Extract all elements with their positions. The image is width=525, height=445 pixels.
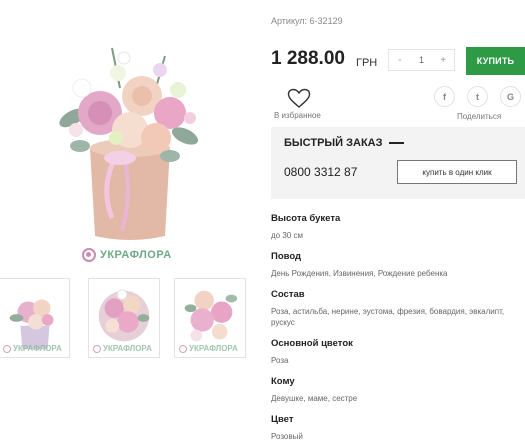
spec-main-flower: Основной цветок Роза [271,338,525,366]
heart-icon [287,88,311,108]
spec-label: Цвет [271,414,294,425]
thumbnail-2[interactable]: УКРАФЛОРА [88,278,160,358]
product-main-photo[interactable] [20,18,245,250]
spec-value: Роза, астильба, нерине, эустома, фрезия,… [271,307,505,327]
share-buttons: f t G [434,86,521,107]
quick-order-title: БЫСТРЫЙ ЗАКАЗ [284,137,404,149]
share-label: Поделиться [457,112,502,121]
price-currency: ГРН [356,57,378,69]
facebook-icon[interactable]: f [434,86,455,107]
quantity-increase-button[interactable]: + [432,50,454,70]
thumbnail-strip: УКРАФЛОРА УКРАФЛОРА УКРАФЛОРА [0,278,246,360]
spec-label: Высота букета [271,213,341,224]
quantity-decrease-button[interactable]: - [389,50,411,70]
spec-label: Состав [271,289,305,300]
spec-composition: Состав Роза, астильба, нерине, эустома, … [271,289,525,328]
twitter-icon[interactable]: t [467,86,488,107]
spec-color: Цвет Розовый [271,414,525,442]
brand-logo-text: УКРАФЛОРА [100,249,172,261]
thumbnail-watermark: УКРАФЛОРА [93,344,152,353]
quick-order-panel: БЫСТРЫЙ ЗАКАЗ 0800 3312 87 купить в один… [271,127,525,199]
spec-label: Кому [271,376,295,387]
buy-button[interactable]: КУПИТЬ [466,47,525,75]
spec-value: Розовый [271,432,303,441]
thumbnail-watermark: УКРАФЛОРА [179,344,238,353]
title-dash [388,142,404,144]
thumbnail-1[interactable]: УКРАФЛОРА [0,278,70,358]
add-to-favorites[interactable]: В избранное [274,88,324,120]
quick-order-phone[interactable]: 0800 3312 87 [284,165,357,179]
product-specs: Высота букета до 30 см Повод День Рожден… [271,213,525,445]
quantity-input[interactable]: 1 [411,50,433,70]
quick-order-title-text: БЫСТРЫЙ ЗАКАЗ [284,137,383,149]
spec-label: Повод [271,251,302,262]
spec-height: Высота букета до 30 см [271,213,525,241]
brand-logo-icon [82,248,96,262]
one-click-buy-button[interactable]: купить в один клик [397,160,517,184]
quantity-stepper: - 1 + [388,49,455,71]
product-price: 1 288.00 [271,48,345,69]
thumbnail-3[interactable]: УКРАФЛОРА [174,278,246,358]
favorites-label: В избранное [274,111,321,120]
brand-logo: УКРАФЛОРА [82,248,172,262]
spec-value: День Рождения, Извинения, Рождение ребен… [271,269,448,278]
spec-value: до 30 см [271,231,303,240]
google-plus-icon[interactable]: G [500,86,521,107]
spec-label: Основной цветок [271,338,353,349]
spec-occasion: Повод День Рождения, Извинения, Рождение… [271,251,525,279]
spec-recipient: Кому Девушке, маме, сестре [271,376,525,404]
product-article: Артикул: 6-32129 [271,16,343,26]
spec-value: Девушке, маме, сестре [271,394,358,403]
spec-value: Роза [271,356,289,365]
thumbnail-watermark: УКРАФЛОРА [3,344,62,353]
